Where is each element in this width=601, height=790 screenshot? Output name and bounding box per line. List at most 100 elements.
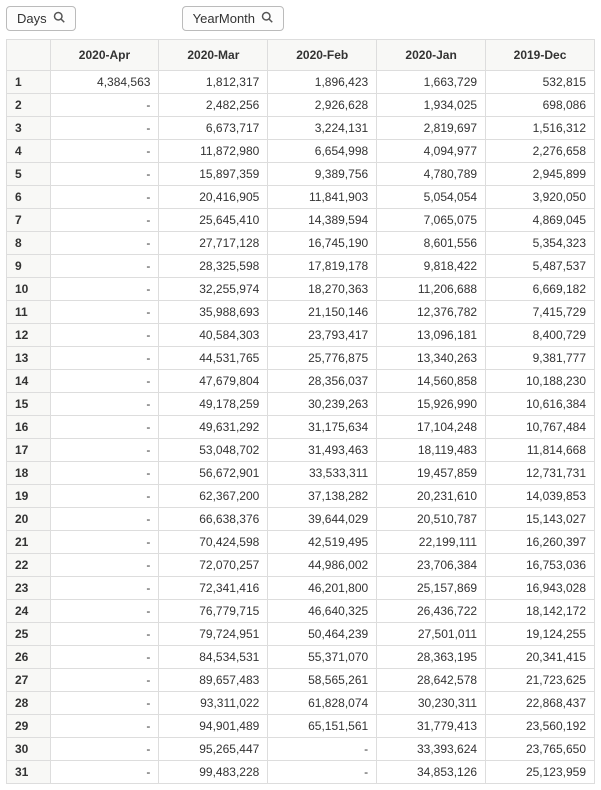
row-header[interactable]: 24 — [7, 600, 51, 623]
data-cell[interactable]: 89,657,483 — [159, 669, 268, 692]
data-cell[interactable]: 33,393,624 — [377, 738, 486, 761]
data-cell[interactable]: 17,104,248 — [377, 416, 486, 439]
row-header[interactable]: 6 — [7, 186, 51, 209]
data-cell[interactable]: 4,869,045 — [486, 209, 595, 232]
data-cell[interactable]: 39,644,029 — [268, 508, 377, 531]
data-cell[interactable]: 11,814,668 — [486, 439, 595, 462]
data-cell[interactable]: 49,178,259 — [159, 393, 268, 416]
data-cell[interactable]: 7,415,729 — [486, 301, 595, 324]
data-cell[interactable]: 15,143,027 — [486, 508, 595, 531]
row-header[interactable]: 31 — [7, 761, 51, 784]
data-cell[interactable]: 72,070,257 — [159, 554, 268, 577]
data-cell[interactable]: - — [50, 646, 159, 669]
data-cell[interactable]: 1,663,729 — [377, 71, 486, 94]
data-cell[interactable]: 26,436,722 — [377, 600, 486, 623]
data-cell[interactable]: 9,381,777 — [486, 347, 595, 370]
data-cell[interactable]: 14,039,853 — [486, 485, 595, 508]
data-cell[interactable]: 16,745,190 — [268, 232, 377, 255]
row-header[interactable]: 1 — [7, 71, 51, 94]
data-cell[interactable]: 5,054,054 — [377, 186, 486, 209]
data-cell[interactable]: - — [50, 232, 159, 255]
data-cell[interactable]: - — [50, 554, 159, 577]
data-cell[interactable]: - — [50, 140, 159, 163]
row-header[interactable]: 29 — [7, 715, 51, 738]
data-cell[interactable]: 2,819,697 — [377, 117, 486, 140]
data-cell[interactable]: 15,897,359 — [159, 163, 268, 186]
data-cell[interactable]: 99,483,228 — [159, 761, 268, 784]
data-cell[interactable]: 14,560,858 — [377, 370, 486, 393]
col-header[interactable]: 2020-Apr — [50, 40, 159, 71]
data-cell[interactable]: 1,812,317 — [159, 71, 268, 94]
data-cell[interactable]: - — [50, 324, 159, 347]
row-header[interactable]: 20 — [7, 508, 51, 531]
data-cell[interactable]: - — [50, 623, 159, 646]
col-header[interactable]: 2020-Feb — [268, 40, 377, 71]
data-cell[interactable]: 84,534,531 — [159, 646, 268, 669]
col-header[interactable]: 2020-Jan — [377, 40, 486, 71]
data-cell[interactable]: - — [50, 278, 159, 301]
data-cell[interactable]: 44,531,765 — [159, 347, 268, 370]
data-cell[interactable]: 55,371,070 — [268, 646, 377, 669]
data-cell[interactable]: 20,510,787 — [377, 508, 486, 531]
data-cell[interactable]: 30,239,263 — [268, 393, 377, 416]
data-cell[interactable]: - — [50, 508, 159, 531]
data-cell[interactable]: 27,717,128 — [159, 232, 268, 255]
data-cell[interactable]: 76,779,715 — [159, 600, 268, 623]
data-cell[interactable]: 25,776,875 — [268, 347, 377, 370]
data-cell[interactable]: 4,094,977 — [377, 140, 486, 163]
data-cell[interactable]: 20,416,905 — [159, 186, 268, 209]
data-cell[interactable]: 2,276,658 — [486, 140, 595, 163]
data-cell[interactable]: 8,400,729 — [486, 324, 595, 347]
data-cell[interactable]: 10,188,230 — [486, 370, 595, 393]
data-cell[interactable]: - — [50, 577, 159, 600]
data-cell[interactable]: 9,818,422 — [377, 255, 486, 278]
data-cell[interactable]: - — [50, 94, 159, 117]
row-header[interactable]: 12 — [7, 324, 51, 347]
data-cell[interactable]: 11,872,980 — [159, 140, 268, 163]
data-cell[interactable]: 11,206,688 — [377, 278, 486, 301]
data-cell[interactable]: 18,142,172 — [486, 600, 595, 623]
data-cell[interactable]: 23,560,192 — [486, 715, 595, 738]
data-cell[interactable]: 23,793,417 — [268, 324, 377, 347]
data-cell[interactable]: 33,533,311 — [268, 462, 377, 485]
data-cell[interactable]: 25,157,869 — [377, 577, 486, 600]
row-header[interactable]: 4 — [7, 140, 51, 163]
data-cell[interactable]: 16,260,397 — [486, 531, 595, 554]
data-cell[interactable]: 9,389,756 — [268, 163, 377, 186]
data-cell[interactable]: 12,731,731 — [486, 462, 595, 485]
row-header[interactable]: 19 — [7, 485, 51, 508]
row-header[interactable]: 9 — [7, 255, 51, 278]
row-header[interactable]: 27 — [7, 669, 51, 692]
data-cell[interactable]: 698,086 — [486, 94, 595, 117]
data-cell[interactable]: 56,672,901 — [159, 462, 268, 485]
data-cell[interactable]: - — [50, 600, 159, 623]
data-cell[interactable]: 70,424,598 — [159, 531, 268, 554]
data-cell[interactable]: 49,631,292 — [159, 416, 268, 439]
data-cell[interactable]: 61,828,074 — [268, 692, 377, 715]
row-header[interactable]: 18 — [7, 462, 51, 485]
data-cell[interactable]: 6,673,717 — [159, 117, 268, 140]
row-header[interactable]: 17 — [7, 439, 51, 462]
data-cell[interactable]: - — [50, 761, 159, 784]
data-cell[interactable]: 46,201,800 — [268, 577, 377, 600]
row-header[interactable]: 28 — [7, 692, 51, 715]
row-header[interactable]: 11 — [7, 301, 51, 324]
data-cell[interactable]: - — [50, 393, 159, 416]
data-cell[interactable]: - — [50, 117, 159, 140]
row-header[interactable]: 26 — [7, 646, 51, 669]
data-cell[interactable]: - — [50, 738, 159, 761]
data-cell[interactable]: 11,841,903 — [268, 186, 377, 209]
data-cell[interactable]: 93,311,022 — [159, 692, 268, 715]
data-cell[interactable]: 44,986,002 — [268, 554, 377, 577]
data-cell[interactable]: 4,780,789 — [377, 163, 486, 186]
data-cell[interactable]: 22,868,437 — [486, 692, 595, 715]
data-cell[interactable]: 1,896,423 — [268, 71, 377, 94]
data-cell[interactable]: 2,482,256 — [159, 94, 268, 117]
data-cell[interactable]: 8,601,556 — [377, 232, 486, 255]
row-header[interactable]: 5 — [7, 163, 51, 186]
data-cell[interactable]: 2,945,899 — [486, 163, 595, 186]
data-cell[interactable]: - — [50, 186, 159, 209]
data-cell[interactable]: 10,616,384 — [486, 393, 595, 416]
data-cell[interactable]: 13,096,181 — [377, 324, 486, 347]
days-pill[interactable]: Days — [6, 6, 76, 31]
